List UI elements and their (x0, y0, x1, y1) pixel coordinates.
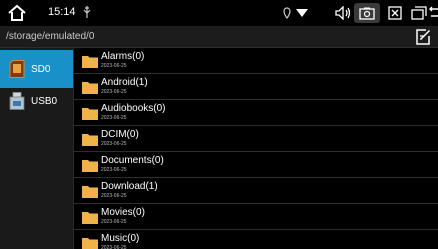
folder-date: 2023-06-25 (101, 193, 127, 199)
file-list: Alarms(0) 2023-06-25 Android(1) 2023-06-… (74, 48, 438, 249)
folder-name: Documents(0) (101, 155, 164, 166)
usb-drive-icon (9, 92, 25, 110)
close-box-icon (388, 6, 402, 20)
wifi-icon (296, 9, 308, 17)
list-item[interactable]: Android(1) 2023-06-25 (74, 74, 438, 100)
list-item[interactable]: Music(0) 2023-06-25 (74, 230, 438, 249)
folder-date: 2023-06-25 (101, 63, 127, 69)
status-bar: 15:14 (0, 0, 438, 26)
folder-date: 2023-06-25 (101, 115, 127, 121)
folder-icon (82, 186, 98, 198)
folder-name: Download(1) (101, 181, 158, 192)
volume-icon (335, 6, 351, 20)
close-box-button[interactable] (382, 3, 408, 23)
recent-apps-icon (411, 6, 427, 20)
folder-date: 2023-06-25 (101, 89, 127, 95)
folder-name: Audiobooks(0) (101, 103, 166, 114)
storage-sidebar: SD0 USB0 (0, 48, 74, 249)
list-item[interactable]: Movies(0) 2023-06-25 (74, 204, 438, 230)
list-item[interactable]: DCIM(0) 2023-06-25 (74, 126, 438, 152)
folder-date: 2023-06-25 (101, 245, 127, 249)
back-button[interactable] (428, 3, 438, 23)
folder-date: 2023-06-25 (101, 167, 127, 173)
folder-date: 2023-06-25 (101, 141, 127, 147)
folder-date: 2023-06-25 (101, 219, 127, 225)
folder-name: DCIM(0) (101, 129, 139, 140)
sidebar-item-usb0[interactable]: USB0 (0, 82, 73, 120)
sidebar-item-label: SD0 (31, 63, 51, 75)
folder-icon (82, 238, 98, 249)
location-icon (283, 7, 291, 19)
back-icon (429, 6, 438, 17)
folder-name: Music(0) (101, 233, 140, 244)
folder-icon (82, 108, 98, 120)
list-item[interactable]: Documents(0) 2023-06-25 (74, 152, 438, 178)
list-item[interactable]: Download(1) 2023-06-25 (74, 178, 438, 204)
folder-icon (82, 134, 98, 146)
edit-icon[interactable] (414, 28, 432, 46)
folder-icon (82, 212, 98, 224)
usb-icon (83, 6, 91, 18)
sidebar-item-label: USB0 (31, 95, 58, 107)
folder-name: Android(1) (101, 77, 148, 88)
folder-name: Alarms(0) (101, 51, 145, 62)
clock: 15:14 (48, 6, 76, 18)
folder-icon (82, 82, 98, 94)
list-item[interactable]: Audiobooks(0) 2023-06-25 (74, 100, 438, 126)
home-icon[interactable] (6, 3, 28, 23)
path-bar: /storage/emulated/0 (0, 26, 438, 48)
folder-icon (82, 56, 98, 68)
list-item[interactable]: Alarms(0) 2023-06-25 (74, 48, 438, 74)
screenshot-button[interactable] (354, 3, 380, 23)
folder-name: Movies(0) (101, 207, 145, 218)
sd-card-icon (9, 60, 25, 78)
screenshot-icon (359, 7, 375, 20)
folder-icon (82, 160, 98, 172)
current-path: /storage/emulated/0 (6, 31, 95, 42)
